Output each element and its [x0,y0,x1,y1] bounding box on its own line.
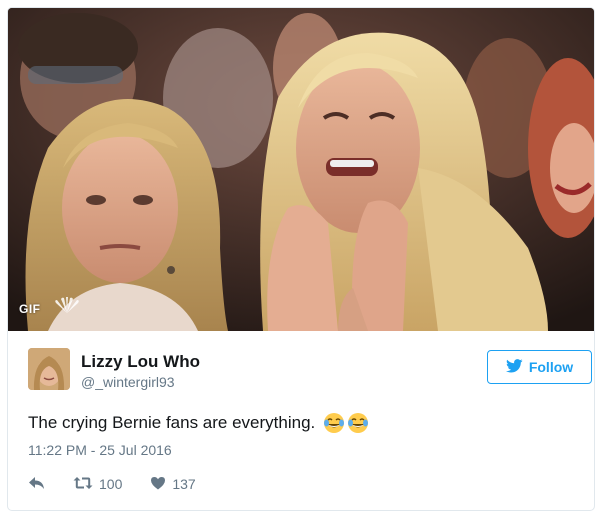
heart-icon [150,476,166,493]
like-button[interactable]: 137 [150,476,196,493]
tweet-text: The crying Bernie fans are everything. [28,412,369,434]
follow-button[interactable]: Follow [487,350,592,384]
follow-label: Follow [528,359,574,375]
face-with-tears-of-joy-icon [323,412,345,434]
tweet-author: Lizzy Lou Who @_wintergirl93 Follow [28,348,592,392]
retweet-count: 100 [99,476,123,492]
gif-frame-image [8,8,594,331]
tweet-timestamp[interactable]: 11:22 PM - 25 Jul 2016 [28,442,172,458]
tweet-emoji [323,412,369,434]
tweet-media-gif[interactable]: GIF [8,8,594,331]
twitter-bird-icon [505,358,523,376]
nbc-peacock-icon [52,297,82,315]
reply-icon [28,476,45,493]
display-name[interactable]: Lizzy Lou Who [81,352,200,372]
tweet-actions: 100 137 [28,474,196,494]
gif-badge: GIF [19,302,41,316]
reply-button[interactable] [28,476,45,493]
screen-name[interactable]: @_wintergirl93 [81,374,175,390]
tweet-text-body: The crying Bernie fans are everything. [28,413,316,432]
tweet-card: GIF Lizzy Lou Who @_wintergirl93 Follow … [7,7,595,511]
face-with-tears-of-joy-icon [347,412,369,434]
avatar[interactable] [28,348,70,390]
retweet-icon [73,476,93,493]
retweet-button[interactable]: 100 [73,476,122,493]
like-count: 137 [172,476,196,492]
